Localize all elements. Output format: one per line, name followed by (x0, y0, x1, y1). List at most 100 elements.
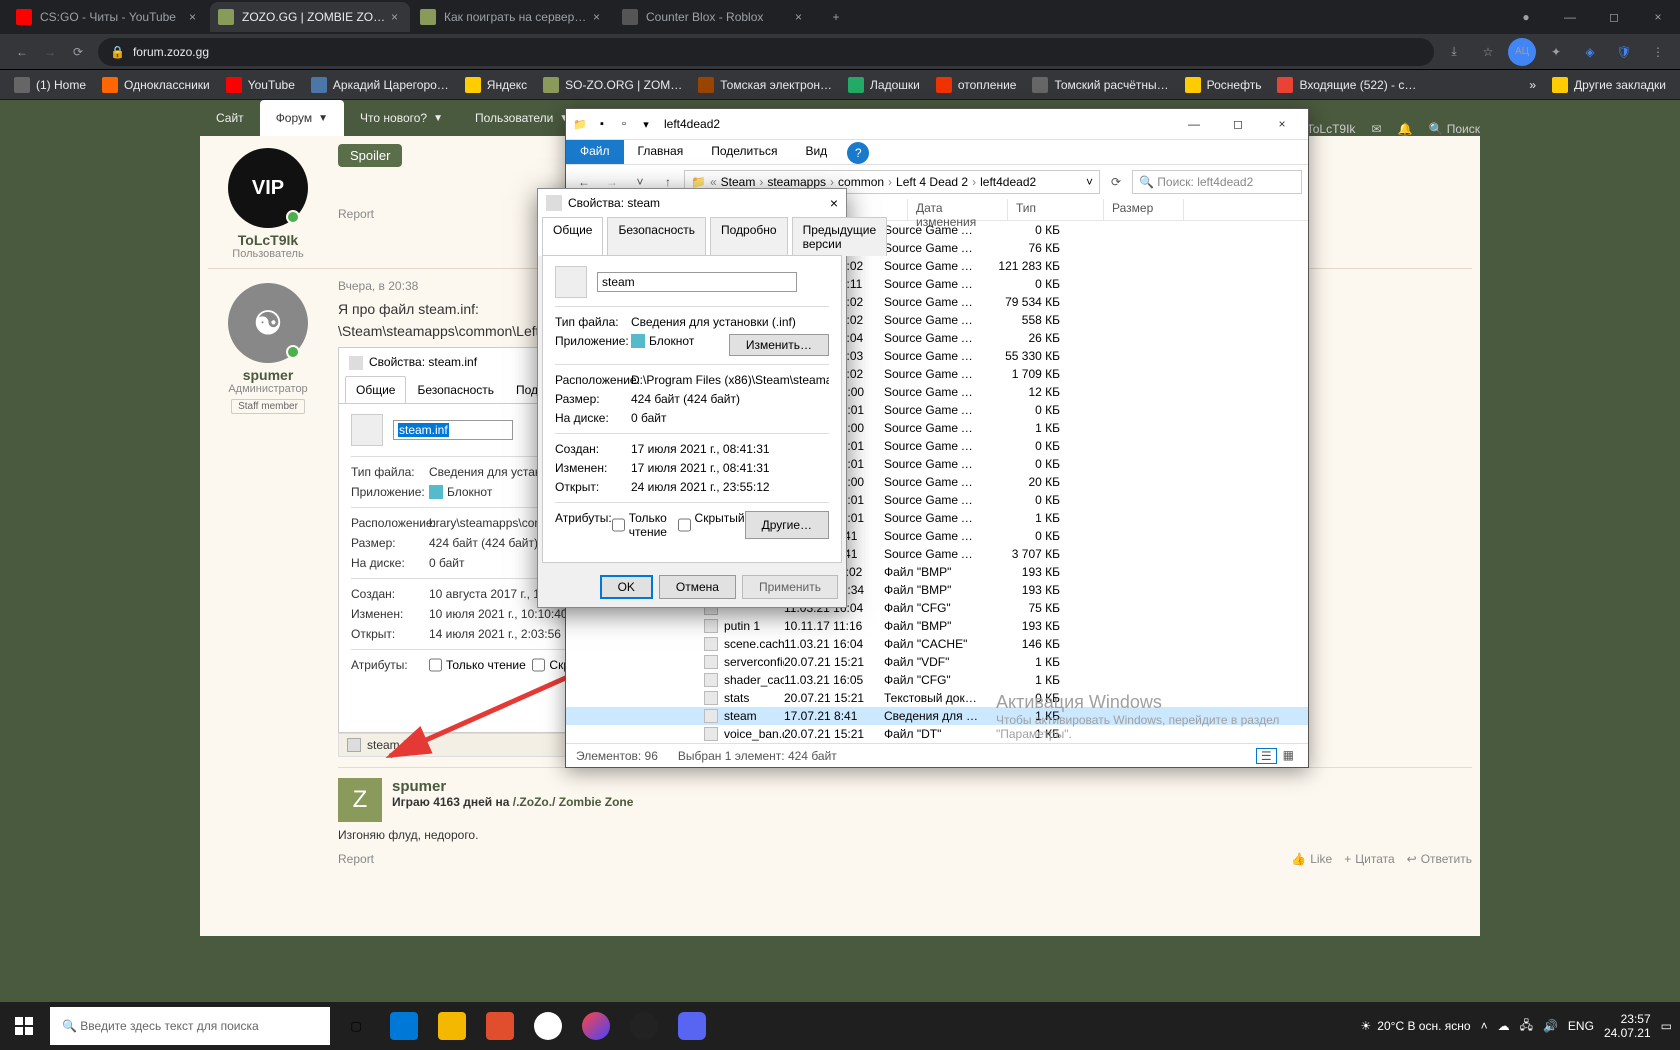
close-icon[interactable]: × (830, 195, 838, 211)
tab[interactable]: Предыдущие версии (792, 217, 888, 256)
report-link[interactable]: Report (338, 852, 374, 866)
explorer-search[interactable]: 🔍 Поиск: left4dead2 (1132, 170, 1302, 194)
back-icon[interactable]: ← (8, 38, 36, 66)
start-button[interactable] (0, 1002, 48, 1050)
extensions-icon[interactable]: ✦ (1542, 38, 1570, 66)
network-icon[interactable]: 🖧 (1520, 1016, 1533, 1037)
bookmark[interactable]: Яндекс (459, 73, 533, 97)
file-row[interactable]: putin 110.11.17 11:16Файл "BMP"193 КБ (566, 617, 1308, 635)
taskbar-app[interactable] (668, 1002, 716, 1050)
mail-icon[interactable]: ✉ (1371, 122, 1381, 136)
ext2-icon[interactable]: 🛡 (1610, 38, 1638, 66)
onedrive-icon[interactable]: ☁ (1498, 1019, 1510, 1033)
ext1-icon[interactable]: ◈ (1576, 38, 1604, 66)
notifications-icon[interactable]: ▭ (1661, 1019, 1672, 1033)
tray-chevron-icon[interactable]: ˄ (1481, 1019, 1488, 1033)
user-name[interactable]: spumer (208, 367, 328, 383)
taskbar-app[interactable] (572, 1002, 620, 1050)
bookmark[interactable]: отопление (930, 73, 1023, 97)
ribbon-file[interactable]: Файл (566, 140, 624, 164)
avatar[interactable]: ☯ (228, 283, 308, 363)
close-icon[interactable]: × (185, 10, 200, 24)
tab-1[interactable]: ZOZO.GG | ZOMBIE ZONE : Left …× (210, 2, 410, 32)
address-input[interactable]: 🔒 forum.zozo.gg (98, 38, 1434, 66)
file-row[interactable]: voice_ban.dt20.07.21 15:21Файл "DT"1 КБ (566, 725, 1308, 743)
username[interactable]: ToLcT9Ik (1307, 122, 1356, 136)
bookmark[interactable]: Аркадий Царегоро… (305, 73, 455, 97)
close-icon[interactable]: × (387, 10, 402, 24)
taskbar-app[interactable] (524, 1002, 572, 1050)
file-row[interactable]: shader_cache.cfg11.03.21 16:05Файл "CFG"… (566, 671, 1308, 689)
other-attrs-button[interactable]: Другие… (745, 511, 829, 539)
bell-icon[interactable]: 🔔 (1398, 122, 1413, 136)
close-icon[interactable]: × (1260, 110, 1304, 138)
cancel-button[interactable]: Отмена (659, 575, 736, 599)
bookmark[interactable]: Ладошки (842, 73, 926, 97)
bookmark[interactable]: SO-ZO.ORG | ZOM… (537, 73, 688, 97)
chevron-down-icon[interactable]: ˅ (1084, 175, 1095, 189)
like-button[interactable]: 👍 Like (1291, 852, 1332, 866)
forward-icon[interactable]: → (36, 38, 64, 66)
view-details-icon[interactable]: ☰ (1256, 748, 1277, 764)
weather-widget[interactable]: ☀20°C В осн. ясно (1361, 1019, 1471, 1033)
view-large-icon[interactable]: ▦ (1279, 748, 1298, 764)
minimize-icon[interactable]: — (1548, 2, 1592, 32)
bookmark[interactable]: Одноклассники (96, 73, 216, 97)
taskbar-app[interactable] (476, 1002, 524, 1050)
report-link[interactable]: Report (338, 207, 374, 221)
new-tab-button[interactable]: + (822, 3, 850, 31)
nav-new[interactable]: Что нового?▼ (344, 100, 459, 136)
dialog-titlebar[interactable]: Свойства: steam × (538, 189, 846, 217)
reply-button[interactable]: ↩ Ответить (1407, 852, 1472, 866)
taskbar-app[interactable] (380, 1002, 428, 1050)
bookmark[interactable]: (1) Home (8, 73, 92, 97)
qa-icon[interactable]: ▫ (614, 114, 634, 134)
close-icon[interactable]: × (589, 10, 604, 24)
ribbon-tab[interactable]: Вид (791, 140, 841, 164)
task-view-icon[interactable]: ▢ (332, 1002, 380, 1050)
bookmark[interactable]: YouTube (220, 73, 301, 97)
tab[interactable]: Безопасность (607, 217, 706, 256)
ribbon-tab[interactable]: Поделиться (697, 140, 791, 164)
tab-2[interactable]: Как поиграть на серверах с вер…× (412, 2, 612, 32)
change-button[interactable]: Изменить… (729, 334, 829, 356)
tab-0[interactable]: CS:GO - Читы - YouTube× (8, 2, 208, 32)
col-type[interactable]: Тип (1008, 199, 1104, 220)
file-row[interactable]: stats20.07.21 15:21Текстовый докум…0 КБ (566, 689, 1308, 707)
language-indicator[interactable]: ENG (1568, 1019, 1594, 1033)
file-row[interactable]: steam17.07.21 8:41Сведения для уст…1 КБ (566, 707, 1308, 725)
bookmark[interactable]: Томская электрон… (692, 73, 838, 97)
maximize-icon[interactable]: ◻ (1592, 2, 1636, 32)
qa-dropdown-icon[interactable]: ▾ (636, 114, 656, 134)
bookmark[interactable]: Роснефть (1179, 73, 1268, 97)
spoiler-button[interactable]: Spoiler (338, 144, 402, 167)
file-row[interactable]: serverconfig.vdf20.07.21 15:21Файл "VDF"… (566, 653, 1308, 671)
qa-icon[interactable]: ▪ (592, 114, 612, 134)
help-icon[interactable]: ? (847, 142, 869, 164)
tab-3[interactable]: Counter Blox - Roblox× (614, 2, 814, 32)
bookmarks-overflow[interactable]: » (1523, 78, 1542, 92)
readonly-checkbox[interactable] (612, 511, 625, 539)
nav-site[interactable]: Сайт (200, 100, 260, 136)
menu-icon[interactable]: ⋮ (1644, 38, 1672, 66)
explorer-titlebar[interactable]: 📁 ▪ ▫ ▾ left4dead2 — ◻ × (566, 109, 1308, 139)
other-bookmarks[interactable]: Другие закладки (1546, 73, 1672, 97)
star-icon[interactable]: ☆ (1474, 38, 1502, 66)
close-icon[interactable]: × (791, 10, 806, 24)
avatar[interactable]: VIP (228, 148, 308, 228)
sig-name[interactable]: spumer (392, 778, 633, 795)
clock[interactable]: 23:5724.07.21 (1604, 1012, 1651, 1040)
quote-button[interactable]: + Цитата (1344, 852, 1394, 866)
ok-button[interactable]: OK (600, 575, 653, 599)
col-size[interactable]: Размер (1104, 199, 1184, 220)
volume-icon[interactable]: 🔊 (1543, 1019, 1558, 1033)
bookmark[interactable]: Входящие (522) - c… (1271, 73, 1422, 97)
close-icon[interactable]: × (1636, 2, 1680, 32)
taskbar-app[interactable] (428, 1002, 476, 1050)
install-icon[interactable]: ⤓ (1440, 38, 1468, 66)
tab[interactable]: Подробно (710, 217, 788, 256)
minimize-icon[interactable]: — (1172, 110, 1216, 138)
account-icon[interactable]: ● (1504, 2, 1548, 32)
taskbar-search[interactable]: 🔍 Введите здесь текст для поиска (50, 1007, 330, 1045)
search-icon[interactable]: 🔍 Поиск (1428, 122, 1480, 136)
